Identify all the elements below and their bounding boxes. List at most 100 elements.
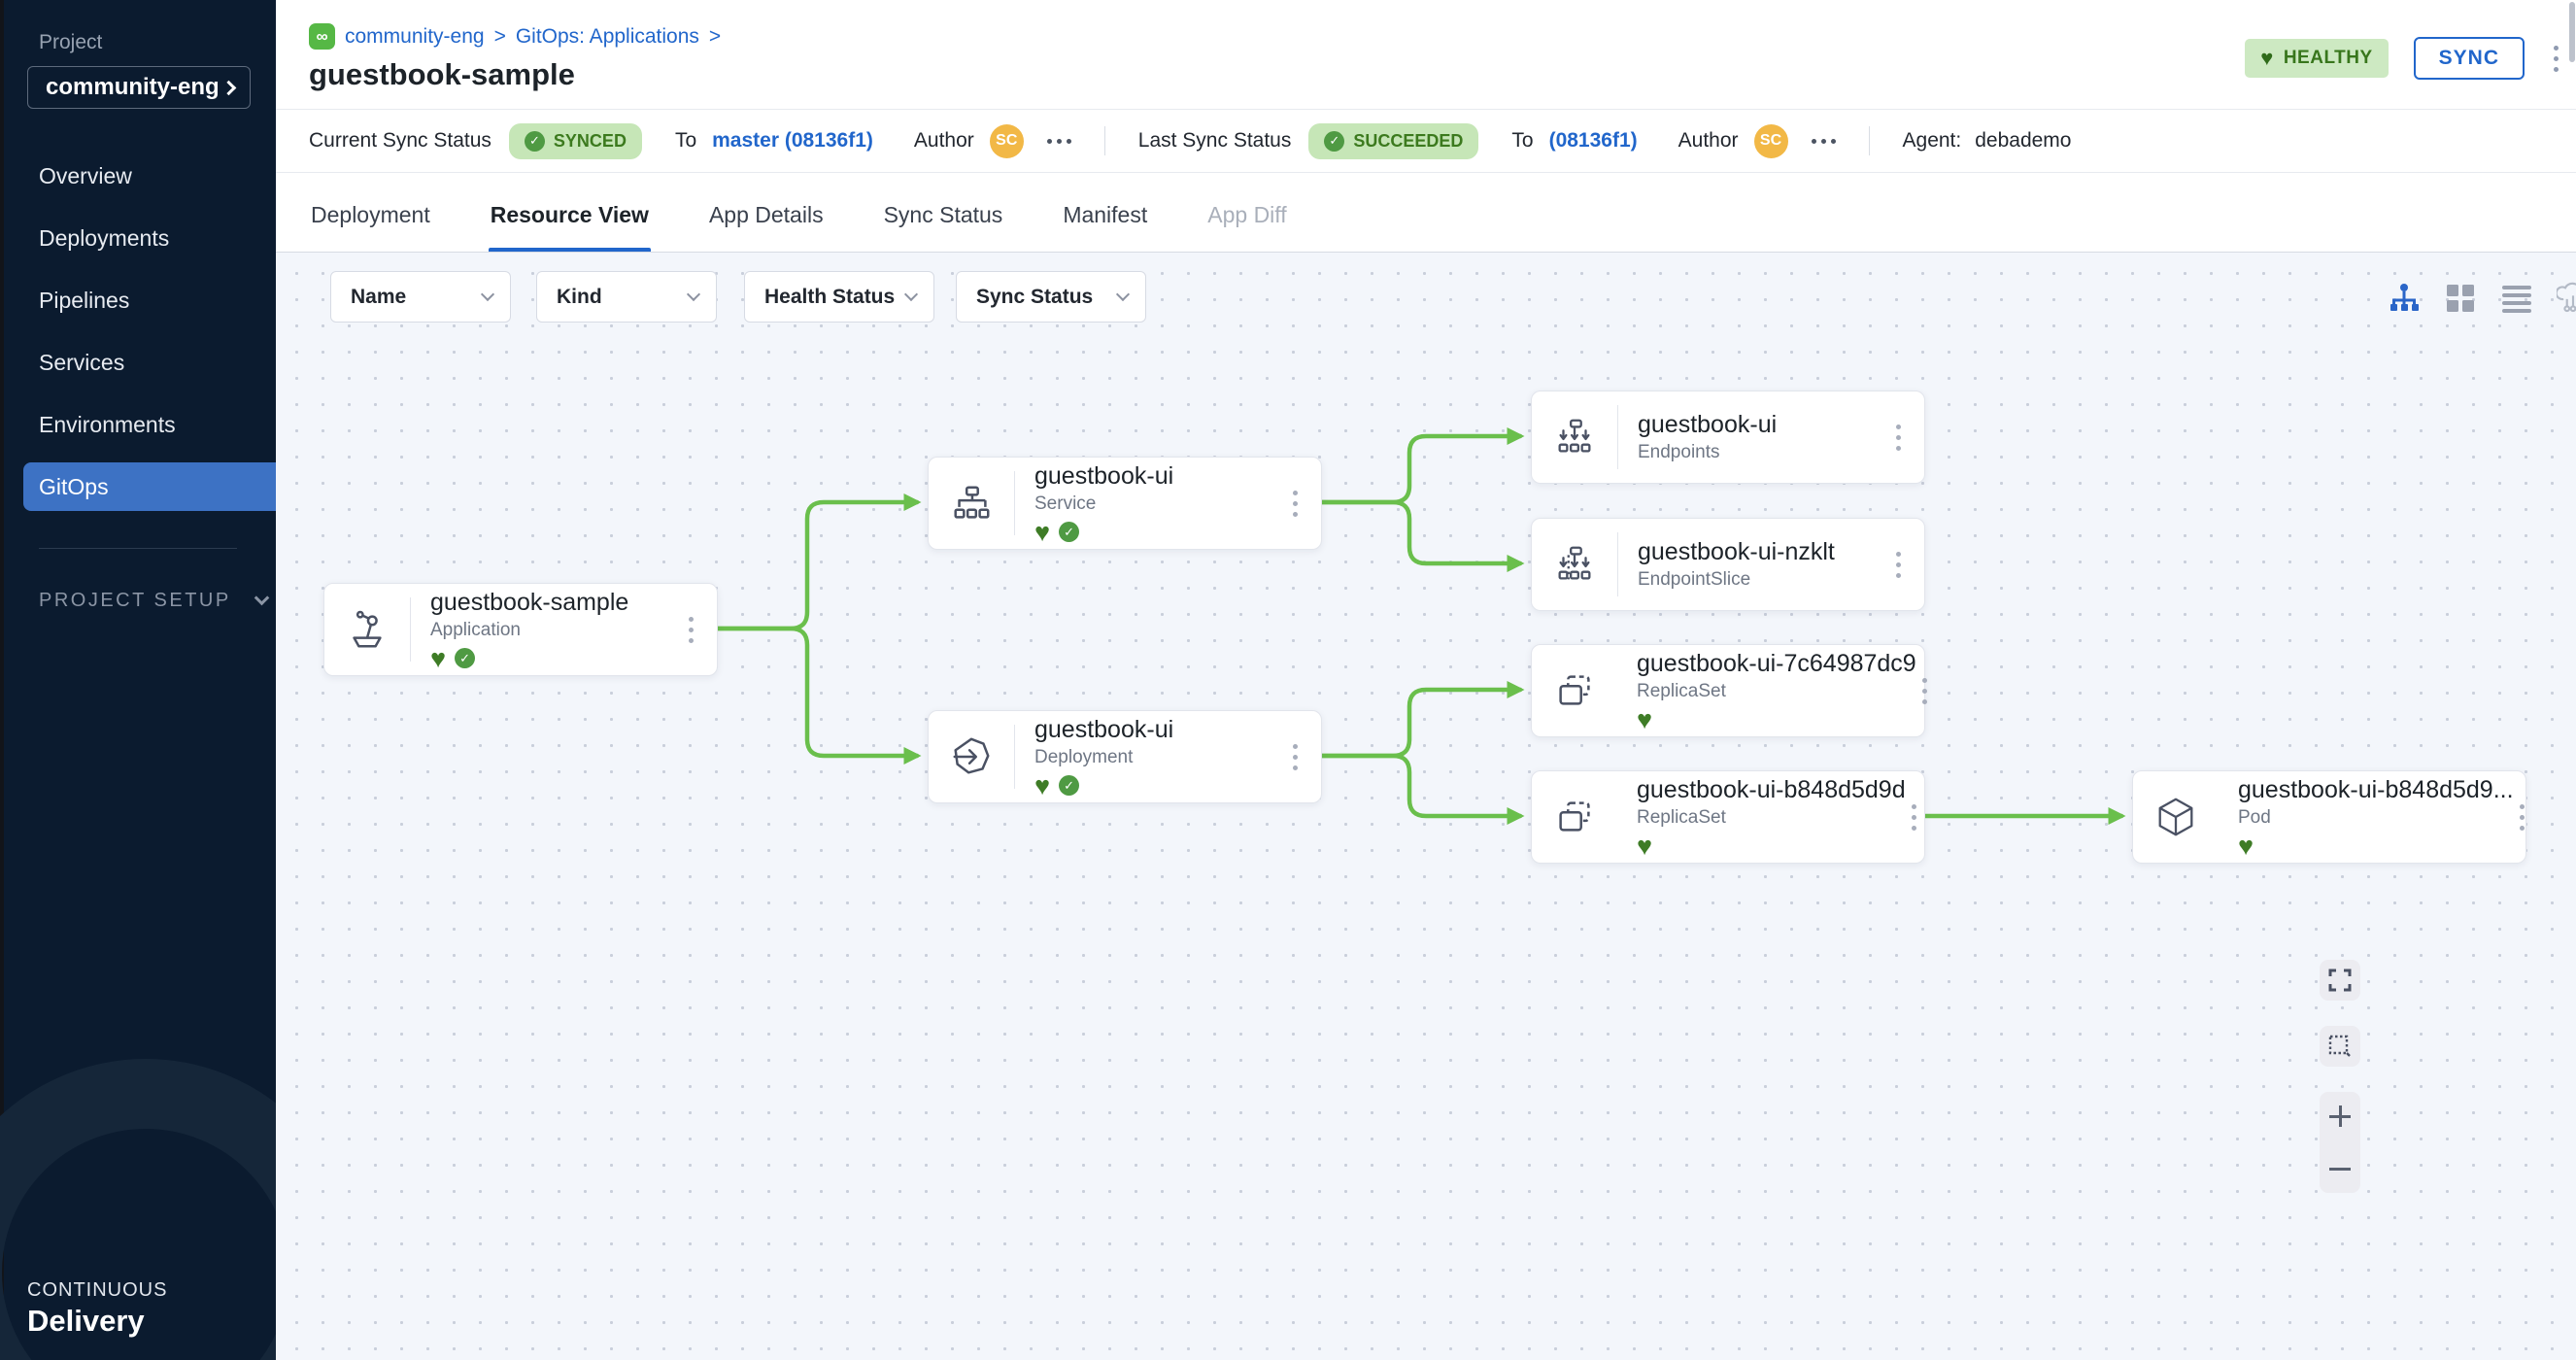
agent-label: Agent: bbox=[1903, 129, 1962, 153]
synced-badge-label: SYNCED bbox=[554, 131, 627, 152]
breadcrumb: ∞ community-eng > GitOps: Applications > bbox=[309, 23, 2576, 50]
brand-delivery: Delivery bbox=[27, 1304, 167, 1339]
node-body: guestbook-ui-7c64987dc9 ReplicaSet ♥ bbox=[1617, 650, 1916, 732]
node-menu-kebab-icon[interactable] bbox=[683, 611, 699, 649]
node-body: guestbook-ui-b848d5d9... Pod ♥ bbox=[2219, 776, 2514, 859]
health-heart-icon: ♥ bbox=[1034, 775, 1050, 797]
tabs-bar: Deployment Resource View App Details Syn… bbox=[276, 173, 2576, 253]
sidebar-item-services[interactable]: Services bbox=[0, 338, 276, 387]
tab-resource-view[interactable]: Resource View bbox=[489, 202, 651, 252]
zoom-out-button[interactable] bbox=[2329, 1158, 2351, 1179]
node-endpoints-guestbook-ui[interactable]: guestbook-ui Endpoints bbox=[1531, 391, 1925, 484]
sidebar-item-environments[interactable]: Environments bbox=[0, 400, 276, 449]
health-status-badge: ♥ HEALTHY bbox=[2245, 39, 2388, 78]
sidebar-item-pipelines[interactable]: Pipelines bbox=[0, 276, 276, 324]
health-status-filter-dropdown[interactable]: Health Status bbox=[744, 271, 934, 323]
project-selector[interactable]: community-eng bbox=[27, 66, 251, 109]
page-title: guestbook-sample bbox=[309, 57, 2576, 92]
health-status-filter-label: Health Status bbox=[764, 286, 895, 309]
sidebar: Project community-eng Overview Deploymen… bbox=[0, 0, 276, 1360]
breadcrumb-project[interactable]: community-eng bbox=[345, 25, 485, 49]
grid-view-icon[interactable] bbox=[2444, 282, 2477, 315]
node-service-guestbook-ui[interactable]: guestbook-ui Service ♥ ✓ bbox=[928, 457, 1322, 550]
node-body: guestbook-ui-nzklt EndpointSlice bbox=[1618, 538, 1890, 591]
node-title: guestbook-ui-b848d5d9d bbox=[1637, 776, 1906, 804]
name-filter-dropdown[interactable]: Name bbox=[330, 271, 511, 323]
node-kind: Service bbox=[1034, 493, 1287, 515]
chevron-down-icon bbox=[904, 288, 918, 301]
project-setup-label: PROJECT SETUP bbox=[39, 590, 231, 612]
top-actions: ♥ HEALTHY SYNC bbox=[2245, 37, 2562, 80]
node-pod-guestbook-ui-b848d5d9[interactable]: guestbook-ui-b848d5d9... Pod ♥ bbox=[2132, 770, 2526, 864]
top-bar: ∞ community-eng > GitOps: Applications >… bbox=[276, 0, 2576, 109]
node-menu-kebab-icon[interactable] bbox=[1287, 485, 1304, 523]
tab-deployment[interactable]: Deployment bbox=[309, 202, 432, 252]
ellipsis-icon[interactable] bbox=[1047, 139, 1071, 144]
sync-check-icon: ✓ bbox=[1059, 775, 1079, 796]
kind-filter-label: Kind bbox=[557, 286, 602, 309]
node-title: guestbook-ui bbox=[1638, 411, 1890, 439]
node-menu-kebab-icon[interactable] bbox=[1890, 419, 1907, 457]
list-view-icon[interactable] bbox=[2500, 282, 2533, 315]
node-status: ♥ ✓ bbox=[1034, 773, 1287, 799]
node-menu-kebab-icon[interactable] bbox=[1287, 738, 1304, 776]
sidebar-item-deployments[interactable]: Deployments bbox=[0, 214, 276, 262]
health-heart-icon: ♥ bbox=[1034, 522, 1050, 543]
more-options-kebab-icon[interactable] bbox=[2550, 42, 2562, 76]
node-deployment-guestbook-ui[interactable]: guestbook-ui Deployment ♥ ✓ bbox=[928, 710, 1322, 803]
project-setup-toggle[interactable]: PROJECT SETUP bbox=[39, 590, 276, 612]
last-target-link[interactable]: (08136f1) bbox=[1549, 129, 1638, 153]
deployment-icon bbox=[929, 734, 1014, 779]
node-menu-kebab-icon[interactable] bbox=[1916, 672, 1933, 710]
endpoints-icon bbox=[1532, 415, 1617, 459]
author-label: Author bbox=[1678, 129, 1739, 153]
zoom-in-button[interactable] bbox=[2329, 1105, 2351, 1127]
node-menu-kebab-icon[interactable] bbox=[1890, 546, 1907, 584]
application-icon bbox=[324, 607, 410, 652]
node-status: ♥ bbox=[1637, 707, 1916, 732]
pod-view-icon[interactable] bbox=[2557, 282, 2576, 315]
replicaset-icon bbox=[1532, 795, 1617, 839]
node-application-guestbook-sample[interactable]: guestbook-sample Application ♥ ✓ bbox=[323, 583, 718, 676]
tab-app-details[interactable]: App Details bbox=[707, 202, 826, 252]
node-title: guestbook-ui-7c64987dc9 bbox=[1637, 650, 1916, 678]
sync-status-filter-dropdown[interactable]: Sync Status bbox=[956, 271, 1146, 323]
current-target-link[interactable]: master (08136f1) bbox=[712, 129, 873, 153]
node-menu-kebab-icon[interactable] bbox=[2514, 799, 2530, 836]
project-name: community-eng bbox=[46, 74, 220, 101]
project-label: Project bbox=[39, 31, 276, 54]
node-kind: Application bbox=[430, 620, 683, 641]
tree-view-icon[interactable] bbox=[2388, 282, 2421, 315]
tab-manifest[interactable]: Manifest bbox=[1061, 202, 1149, 252]
sidebar-nav: Overview Deployments Pipelines Services … bbox=[0, 152, 276, 511]
node-replicaset-guestbook-ui-b848d5d9d[interactable]: guestbook-ui-b848d5d9d ReplicaSet ♥ bbox=[1531, 770, 1925, 864]
canvas-controls bbox=[2320, 960, 2360, 1193]
kind-filter-dropdown[interactable]: Kind bbox=[536, 271, 717, 323]
node-title: guestbook-ui-b848d5d9... bbox=[2238, 776, 2514, 804]
author-avatar[interactable]: SC bbox=[1754, 124, 1788, 158]
breadcrumb-applications[interactable]: GitOps: Applications bbox=[516, 25, 699, 49]
tab-app-diff[interactable]: App Diff bbox=[1205, 202, 1288, 252]
to-label: To bbox=[1511, 129, 1533, 153]
fullscreen-button[interactable] bbox=[2320, 960, 2360, 1001]
last-sync-label: Last Sync Status bbox=[1138, 129, 1292, 153]
sync-button[interactable]: SYNC bbox=[2414, 37, 2525, 80]
node-endpointslice-guestbook-ui-nzklt[interactable]: guestbook-ui-nzklt EndpointSlice bbox=[1531, 518, 1925, 611]
node-kind: Pod bbox=[2238, 807, 2514, 829]
sidebar-item-overview[interactable]: Overview bbox=[0, 152, 276, 200]
marquee-zoom-button[interactable] bbox=[2320, 1026, 2360, 1067]
scrollbar-thumb[interactable] bbox=[2569, 2, 2575, 62]
name-filter-label: Name bbox=[351, 286, 406, 309]
check-circle-icon: ✓ bbox=[1324, 131, 1344, 152]
chevron-down-icon bbox=[254, 591, 269, 606]
author-avatar[interactable]: SC bbox=[990, 124, 1024, 158]
node-replicaset-guestbook-ui-7c64987dc9[interactable]: guestbook-ui-7c64987dc9 ReplicaSet ♥ bbox=[1531, 644, 1925, 737]
node-menu-kebab-icon[interactable] bbox=[1906, 799, 1922, 836]
health-heart-icon: ♥ bbox=[1637, 835, 1652, 857]
ellipsis-icon[interactable] bbox=[1812, 139, 1836, 144]
node-kind: Deployment bbox=[1034, 747, 1287, 768]
sidebar-item-gitops[interactable]: GitOps bbox=[23, 462, 276, 511]
resource-graph-canvas[interactable]: Name Kind Health Status Sync Status bbox=[276, 253, 2576, 1360]
tab-sync-status[interactable]: Sync Status bbox=[882, 202, 1005, 252]
node-title: guestbook-ui bbox=[1034, 716, 1287, 744]
